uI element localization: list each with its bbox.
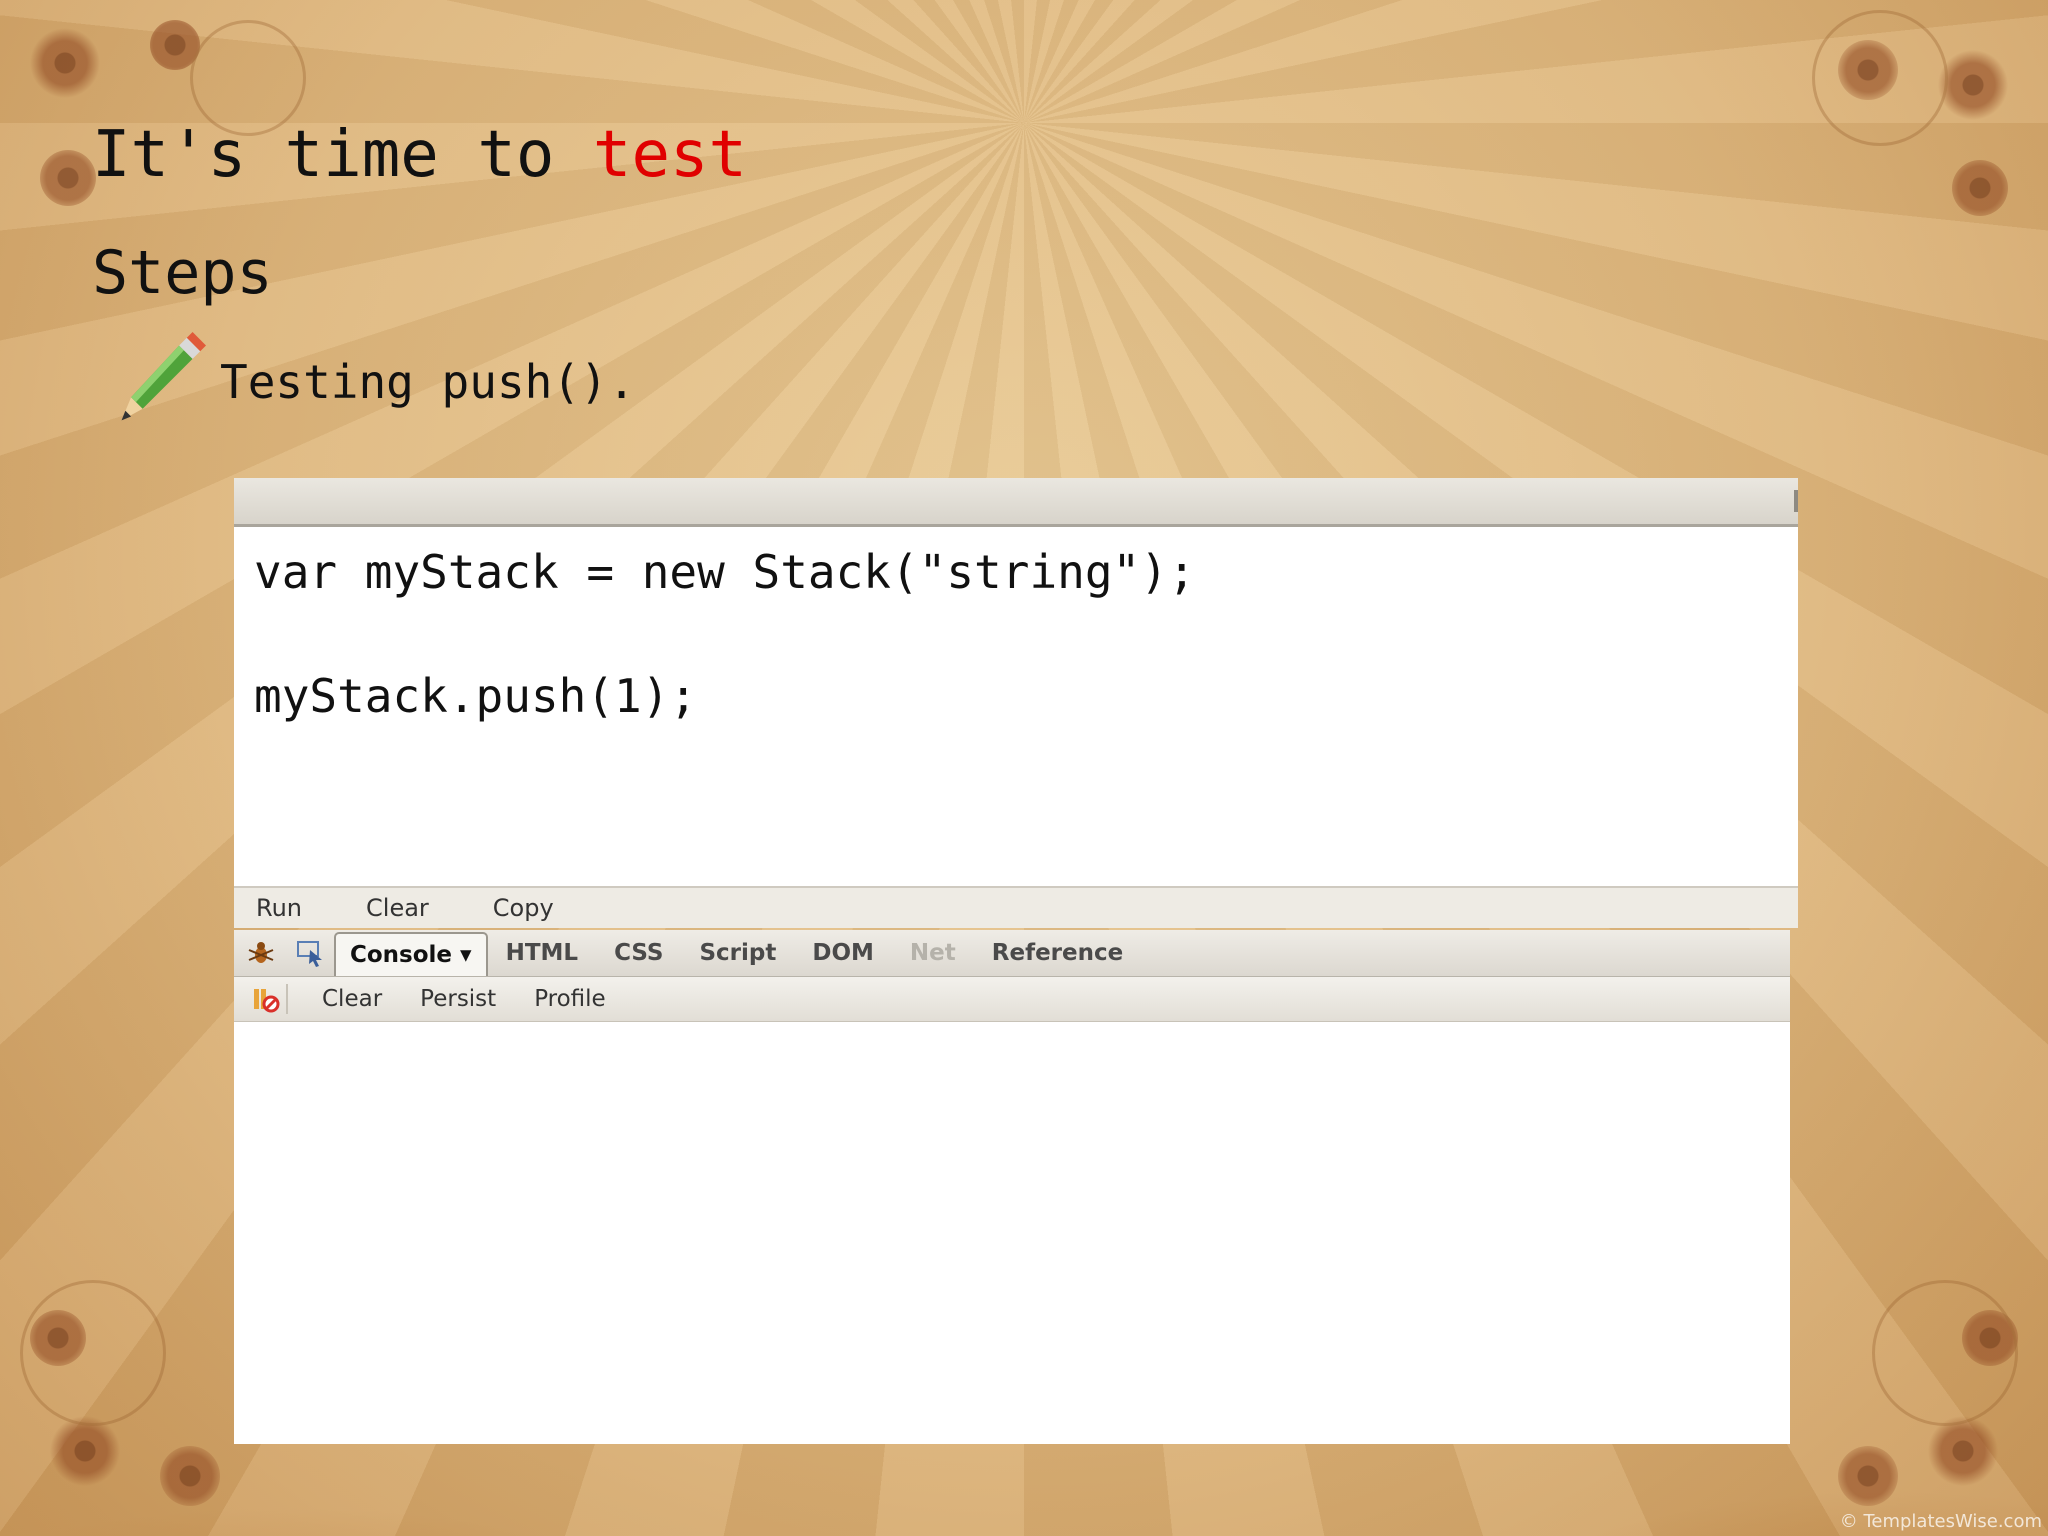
watermark: © TemplatesWise.com [1839,1511,2042,1532]
slide-title-prefix: It's time to [92,118,593,192]
console-output[interactable] [234,1022,1790,1444]
code-line[interactable]: var myStack = new Stack("string"); [254,541,1778,603]
code-editor[interactable]: var myStack = new Stack("string"); mySta… [234,527,1798,741]
console-clear-button[interactable]: Clear [322,986,382,1012]
clear-console-icon[interactable] [252,984,288,1014]
firebug-panel: Console ▾ HTML CSS Script DOM Net Refere… [234,930,1790,1444]
slide-title-accent: test [592,118,748,192]
copy-button[interactable]: Copy [493,894,554,922]
clear-code-button[interactable]: Clear [366,894,429,922]
code-line[interactable]: myStack.push(1); [254,665,1778,727]
run-button[interactable]: Run [256,894,302,922]
bullet-item: Testing push(). [110,332,635,432]
code-line[interactable] [254,603,1778,665]
console-profile-button[interactable]: Profile [534,986,606,1012]
decorative-corner-bottom-right [1748,1216,2048,1536]
tab-script[interactable]: Script [681,940,794,976]
firebug-bug-icon[interactable] [244,936,278,970]
tab-net[interactable]: Net [892,940,974,976]
tab-css[interactable]: CSS [596,940,681,976]
console-toolbar: Clear Persist Profile [234,977,1790,1023]
bullet-text: Testing push(). [220,355,636,409]
editor-title-bar [234,478,1798,527]
tab-reference[interactable]: Reference [974,940,1141,976]
slide-subtitle: Steps [92,238,273,308]
editor-action-bar: Run Clear Copy [234,886,1798,928]
decorative-corner-top-right [1708,0,2048,340]
tab-console[interactable]: Console ▾ [334,932,488,976]
editor-resize-grip[interactable] [1794,490,1798,512]
console-persist-button[interactable]: Persist [420,986,496,1012]
slide-title: It's time to test [92,118,747,192]
inspect-icon[interactable] [294,936,328,970]
code-editor-panel: var myStack = new Stack("string"); mySta… [234,478,1798,928]
tab-html[interactable]: HTML [488,940,596,976]
firebug-tab-bar: Console ▾ HTML CSS Script DOM Net Refere… [234,930,1790,977]
pencil-icon [110,332,206,432]
tab-dom[interactable]: DOM [794,940,892,976]
